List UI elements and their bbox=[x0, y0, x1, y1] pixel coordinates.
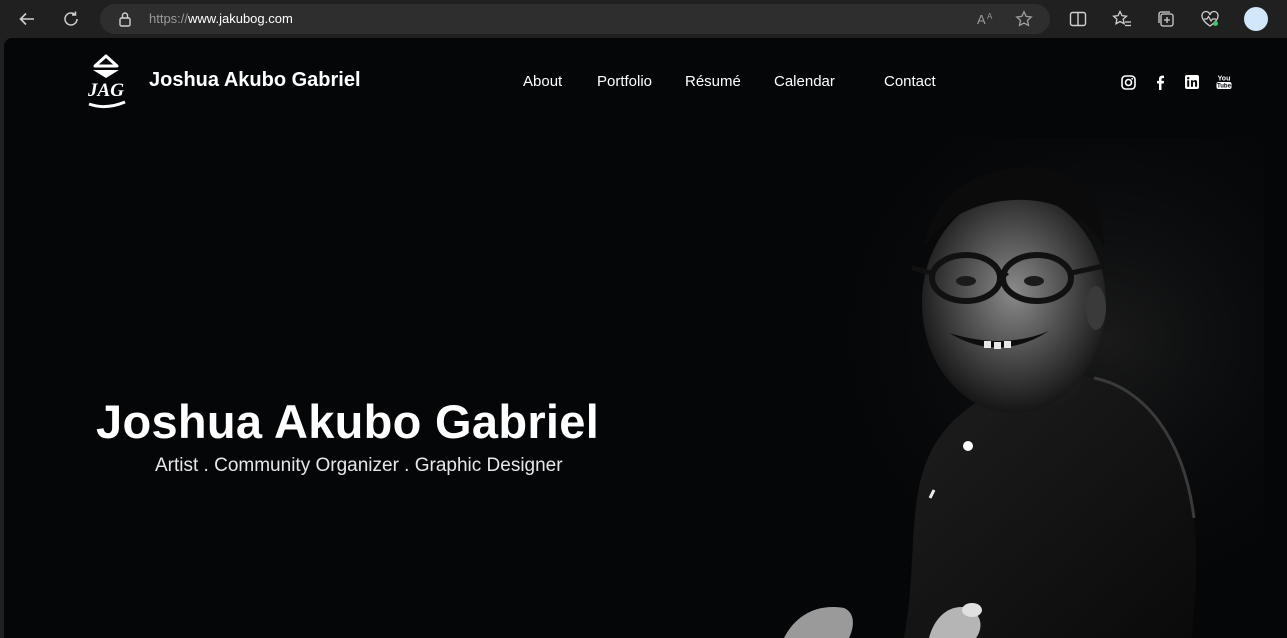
nav-resume[interactable]: Résumé bbox=[685, 73, 741, 90]
favorites-icon bbox=[1112, 10, 1131, 27]
nav-about[interactable]: About bbox=[523, 73, 562, 90]
split-screen-button[interactable] bbox=[1066, 7, 1090, 31]
browser-toolbar: https://www.jakubog.com AA bbox=[0, 0, 1287, 38]
facebook-icon[interactable] bbox=[1152, 74, 1168, 90]
collections-button[interactable] bbox=[1154, 7, 1178, 31]
youtube-icon[interactable]: You Tube bbox=[1216, 74, 1232, 90]
back-arrow-icon bbox=[19, 12, 34, 26]
refresh-button[interactable] bbox=[58, 6, 84, 32]
logo-text: JAG bbox=[87, 80, 124, 101]
favorite-button[interactable] bbox=[1014, 9, 1034, 29]
favorites-button[interactable] bbox=[1110, 7, 1134, 31]
nav-calendar[interactable]: Calendar bbox=[774, 73, 835, 90]
split-screen-icon bbox=[1069, 11, 1087, 27]
svg-text:Tube: Tube bbox=[1217, 84, 1232, 90]
star-icon bbox=[1015, 10, 1033, 27]
hero-title: Joshua Akubo Gabriel bbox=[96, 395, 600, 448]
browser-essentials-button[interactable] bbox=[1198, 7, 1222, 31]
heart-pulse-icon bbox=[1201, 10, 1219, 27]
site-name[interactable]: Joshua Akubo Gabriel bbox=[149, 69, 361, 92]
url-host: www.jakubog.com bbox=[188, 11, 293, 26]
svg-text:A: A bbox=[977, 12, 986, 27]
nav-contact[interactable]: Contact bbox=[884, 73, 936, 90]
collections-icon bbox=[1158, 11, 1174, 27]
lock-icon[interactable] bbox=[118, 11, 132, 32]
linkedin-icon[interactable] bbox=[1184, 74, 1200, 90]
svg-text:You: You bbox=[1218, 76, 1231, 83]
hero-subtitle: Artist . Community Organizer . Graphic D… bbox=[155, 455, 563, 476]
address-bar[interactable]: https://www.jakubog.com AA bbox=[100, 4, 1050, 34]
url-text[interactable]: https://www.jakubog.com bbox=[149, 11, 293, 26]
nav-portfolio[interactable]: Portfolio bbox=[597, 73, 652, 90]
site-logo[interactable]: JAG bbox=[82, 52, 130, 112]
back-button[interactable] bbox=[14, 6, 40, 32]
url-scheme: https:// bbox=[149, 11, 189, 26]
page-viewport: JAG Joshua Akubo Gabriel About Portfolio… bbox=[4, 38, 1287, 638]
read-aloud-icon: AA bbox=[977, 12, 993, 27]
svg-text:A: A bbox=[987, 12, 993, 21]
instagram-icon[interactable] bbox=[1120, 74, 1136, 90]
read-aloud-button[interactable]: AA bbox=[976, 9, 996, 29]
hero-portrait-image bbox=[744, 138, 1264, 638]
profile-avatar[interactable] bbox=[1244, 7, 1268, 31]
refresh-icon bbox=[64, 11, 78, 26]
